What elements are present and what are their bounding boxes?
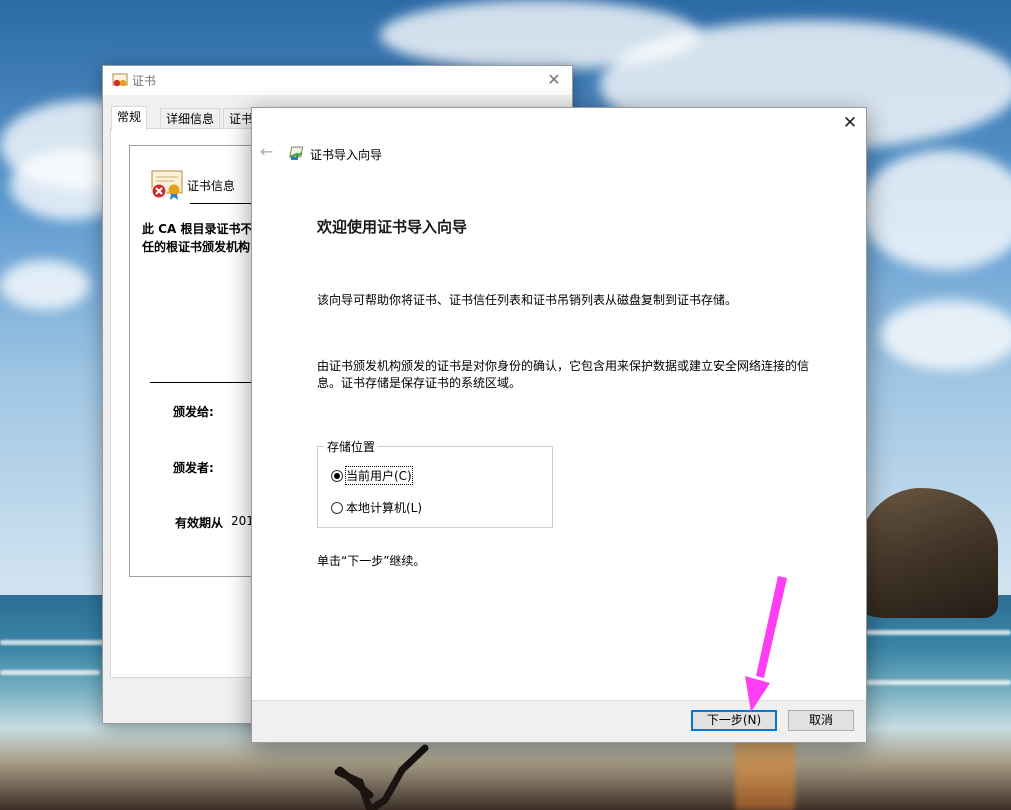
certificate-import-wizard: ✕ ← 证书导入向导 欢迎使用证书导入向导 该向导可帮助你将证书、证书信任列表和…	[251, 107, 867, 743]
wizard-title: 证书导入向导	[310, 148, 383, 162]
radio-current-user[interactable]: 当前用户(C)	[331, 466, 413, 485]
certificate-window-titlebar: 证书 ✕	[103, 66, 572, 95]
tab-details[interactable]: 详细信息	[160, 108, 221, 130]
certificate-info-text-line: 任的根证书颁发机构	[142, 240, 251, 254]
wizard-heading: 欢迎使用证书导入向导	[317, 218, 468, 236]
certificate-warning-icon	[151, 170, 183, 200]
radio-button[interactable]	[331, 501, 343, 514]
radio-label[interactable]: 本地计算机(L)	[346, 499, 422, 516]
radio-label[interactable]: 当前用户(C)	[345, 466, 413, 485]
cancel-button[interactable]: 取消	[788, 710, 854, 731]
wallpaper-rock	[858, 488, 998, 618]
radio-local-machine[interactable]: 本地计算机(L)	[331, 499, 422, 516]
close-icon[interactable]: ✕	[544, 70, 564, 90]
continue-hint: 单击“下一步”继续。	[317, 554, 426, 568]
wizard-certificate-icon	[289, 146, 304, 160]
wallpaper-surf	[0, 670, 100, 675]
wallpaper-jumping-figure	[334, 744, 429, 810]
wizard-footer: 下一步(N) 取消	[252, 700, 866, 742]
wallpaper-cloud	[0, 260, 90, 310]
tab-general[interactable]: 常规	[111, 106, 148, 131]
radio-button[interactable]	[331, 469, 343, 482]
certificate-info-text-line: 此 CA 根目录证书不	[142, 222, 253, 236]
back-arrow-icon[interactable]: ←	[260, 144, 276, 160]
wallpaper-cloud	[880, 300, 1011, 370]
issued-to-label: 颁发给:	[173, 405, 214, 419]
wallpaper-surf	[866, 680, 1011, 685]
wallpaper-surf	[0, 640, 110, 645]
certificate-window-title: 证书	[132, 74, 157, 88]
wizard-description-line: 息。证书存储是保存证书的系统区域。	[317, 376, 522, 390]
store-location-group: 存储位置 当前用户(C) 本地计算机(L)	[317, 438, 553, 528]
wallpaper-surf	[866, 630, 1011, 635]
close-icon[interactable]: ✕	[840, 113, 860, 133]
wizard-description: 由证书颁发机构颁发的证书是对你身份的确认，它包含用来保护数据或建立安全网络连接的…	[317, 358, 822, 392]
wizard-description: 该向导可帮助你将证书、证书信任列表和证书吊销列表从磁盘复制到证书存储。	[317, 293, 738, 307]
store-location-legend: 存储位置	[324, 438, 379, 455]
certificate-icon	[112, 73, 128, 87]
certificate-info-title: 证书信息	[187, 179, 236, 193]
valid-from-label: 有效期从	[175, 516, 224, 530]
issued-by-label: 颁发者:	[173, 461, 214, 475]
next-button[interactable]: 下一步(N)	[691, 710, 777, 731]
wizard-description-line: 由证书颁发机构颁发的证书是对你身份的确认，它包含用来保护数据或建立安全网络连接的…	[317, 359, 810, 373]
